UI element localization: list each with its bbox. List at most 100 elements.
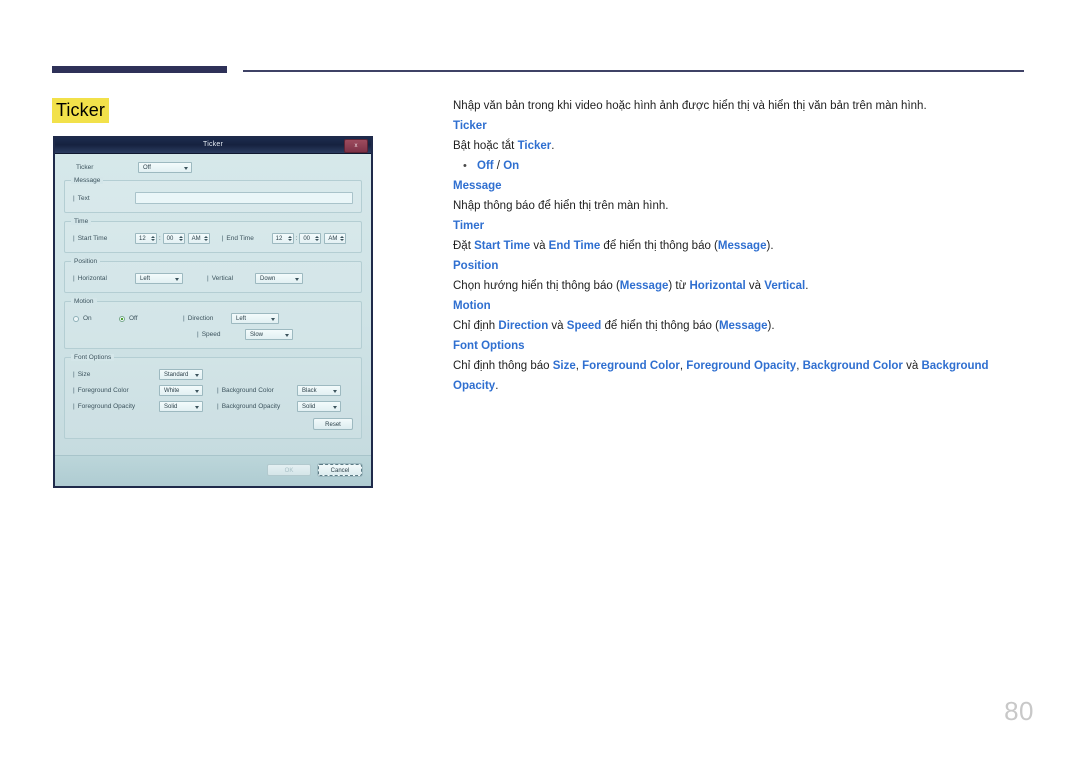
dialog-body: Ticker Off Message Text Time Start Time … — [55, 154, 371, 456]
kw-off: Off — [477, 160, 494, 172]
ticker-select[interactable]: Off — [138, 162, 192, 173]
ok-button[interactable]: OK — [267, 464, 311, 476]
time-colon-start: : — [159, 235, 161, 242]
foreground-opacity-select[interactable]: Solid — [159, 401, 203, 412]
foreground-color-label: Foreground Color — [73, 387, 159, 394]
background-color-value: Black — [302, 388, 317, 394]
background-color-label: Background Color — [217, 387, 297, 394]
message-text-row: Text — [73, 192, 353, 204]
motion-description: Chỉ định Direction và Speed để hiển thị … — [453, 320, 775, 332]
motion-row-2: Speed Slow — [73, 329, 353, 340]
time-group-legend: Time — [71, 218, 92, 225]
speed-select-value: Slow — [250, 332, 264, 338]
foreground-color-select[interactable]: White — [159, 385, 203, 396]
start-time-label: Start Time — [73, 235, 135, 242]
position-group: Position Horizontal Left Vertical Down — [64, 258, 362, 293]
description-panel: Nhập văn bản trong khi video hoặc hình ả… — [453, 96, 1025, 396]
chevron-down-icon — [285, 334, 289, 337]
ticker-description: Bật hoặc tắt Ticker. — [453, 140, 555, 152]
foreground-color-value: White — [164, 388, 180, 394]
end-meridiem-value: AM — [328, 235, 338, 242]
motion-on-label: On — [83, 315, 92, 322]
heading-ticker: Ticker — [453, 120, 487, 132]
chevron-down-icon — [175, 278, 179, 281]
size-select[interactable]: Standard — [159, 369, 203, 380]
background-color-select[interactable]: Black — [297, 385, 341, 396]
motion-radio-off[interactable]: Off — [119, 315, 169, 322]
cancel-button[interactable]: Cancel — [317, 463, 363, 477]
foreground-opacity-value: Solid — [164, 404, 178, 410]
message-group-legend: Message — [71, 177, 104, 184]
start-meridiem-stepper[interactable]: AM — [187, 233, 210, 244]
message-description: Nhập thông báo để hiển thị trên màn hình… — [453, 200, 669, 212]
background-opacity-value: Solid — [302, 404, 316, 410]
ticker-select-value: Off — [143, 165, 151, 171]
foreground-opacity-label: Foreground Opacity — [73, 403, 159, 410]
background-opacity-label: Background Opacity — [217, 403, 297, 410]
chevron-down-icon — [295, 278, 299, 281]
page-number: 80 — [1004, 696, 1034, 726]
ticker-dialog: Ticker x Ticker Off Message Text Time St… — [53, 136, 373, 488]
message-text-input[interactable] — [135, 192, 353, 204]
motion-row-1: On Off Direction Left — [73, 313, 353, 324]
kw-foreground-color: Foreground Color — [582, 360, 680, 372]
kw-size: Size — [552, 360, 576, 372]
kw-background-color: Background Color — [802, 360, 903, 372]
message-text-label: Text — [73, 195, 135, 202]
heading-motion: Motion — [453, 300, 491, 312]
heading-timer: Timer — [453, 220, 485, 232]
stepper-arrows-icon — [203, 236, 208, 241]
size-label: Size — [73, 371, 159, 378]
timer-description: Đặt Start Time và End Time để hiển thị t… — [453, 240, 774, 252]
end-minute-stepper[interactable]: 00 — [299, 233, 322, 244]
start-minute-stepper[interactable]: 00 — [162, 233, 185, 244]
position-group-legend: Position — [71, 258, 101, 265]
reset-row: Reset — [73, 418, 353, 430]
end-time-label: End Time — [222, 235, 272, 242]
direction-select-value: Left — [236, 316, 247, 322]
kw-on: On — [503, 160, 520, 172]
start-minute-value: 00 — [166, 235, 174, 242]
horizontal-select[interactable]: Left — [135, 273, 183, 284]
ticker-options-bullet: • Off / On — [453, 156, 1025, 176]
start-hour-value: 12 — [139, 235, 146, 242]
page-title: Ticker — [52, 98, 109, 123]
horizontal-label: Horizontal — [73, 275, 135, 282]
vertical-select[interactable]: Down — [255, 273, 303, 284]
direction-select[interactable]: Left — [231, 313, 279, 324]
time-row: Start Time 12 : 00 AM End Time 12 — [73, 233, 353, 244]
font-options-group: Font Options Size Standard Foreground Co… — [64, 354, 362, 439]
background-opacity-select[interactable]: Solid — [297, 401, 341, 412]
kw-message-timer: Message — [717, 240, 767, 252]
end-meridiem-stepper[interactable]: AM — [324, 233, 347, 244]
motion-radio-on[interactable]: On — [73, 315, 119, 322]
chevron-down-icon — [333, 406, 337, 409]
start-hour-stepper[interactable]: 12 — [135, 233, 157, 244]
end-hour-stepper[interactable]: 12 — [271, 233, 294, 244]
font-opacity-row: Foreground Opacity Solid Background Opac… — [73, 401, 353, 412]
intro-paragraph: Nhập văn bản trong khi video hoặc hình ả… — [453, 100, 927, 112]
vertical-label: Vertical — [207, 275, 255, 282]
start-meridiem-value: AM — [191, 235, 201, 242]
font-size-row: Size Standard — [73, 369, 353, 380]
kw-end-time: End Time — [548, 240, 601, 252]
kw-message-position: Message — [619, 280, 669, 292]
time-colon-end: : — [295, 235, 298, 242]
motion-off-label: Off — [129, 315, 138, 322]
position-row: Horizontal Left Vertical Down — [73, 273, 353, 284]
ticker-label: Ticker — [76, 164, 94, 171]
heading-message: Message — [453, 180, 502, 192]
close-icon[interactable]: x — [344, 139, 368, 153]
end-hour-value: 12 — [275, 235, 283, 242]
chevron-down-icon — [333, 390, 337, 393]
speed-select[interactable]: Slow — [245, 329, 293, 340]
position-description: Chọn hướng hiển thị thông báo (Message) … — [453, 280, 809, 292]
message-group: Message Text — [64, 177, 362, 213]
chevron-down-icon — [195, 406, 199, 409]
bullet-icon: • — [463, 160, 467, 172]
reset-button[interactable]: Reset — [313, 418, 353, 430]
stepper-arrows-icon — [340, 236, 345, 241]
stepper-arrows-icon — [178, 236, 183, 241]
size-select-value: Standard — [164, 372, 189, 378]
kw-ticker: Ticker — [517, 140, 552, 152]
